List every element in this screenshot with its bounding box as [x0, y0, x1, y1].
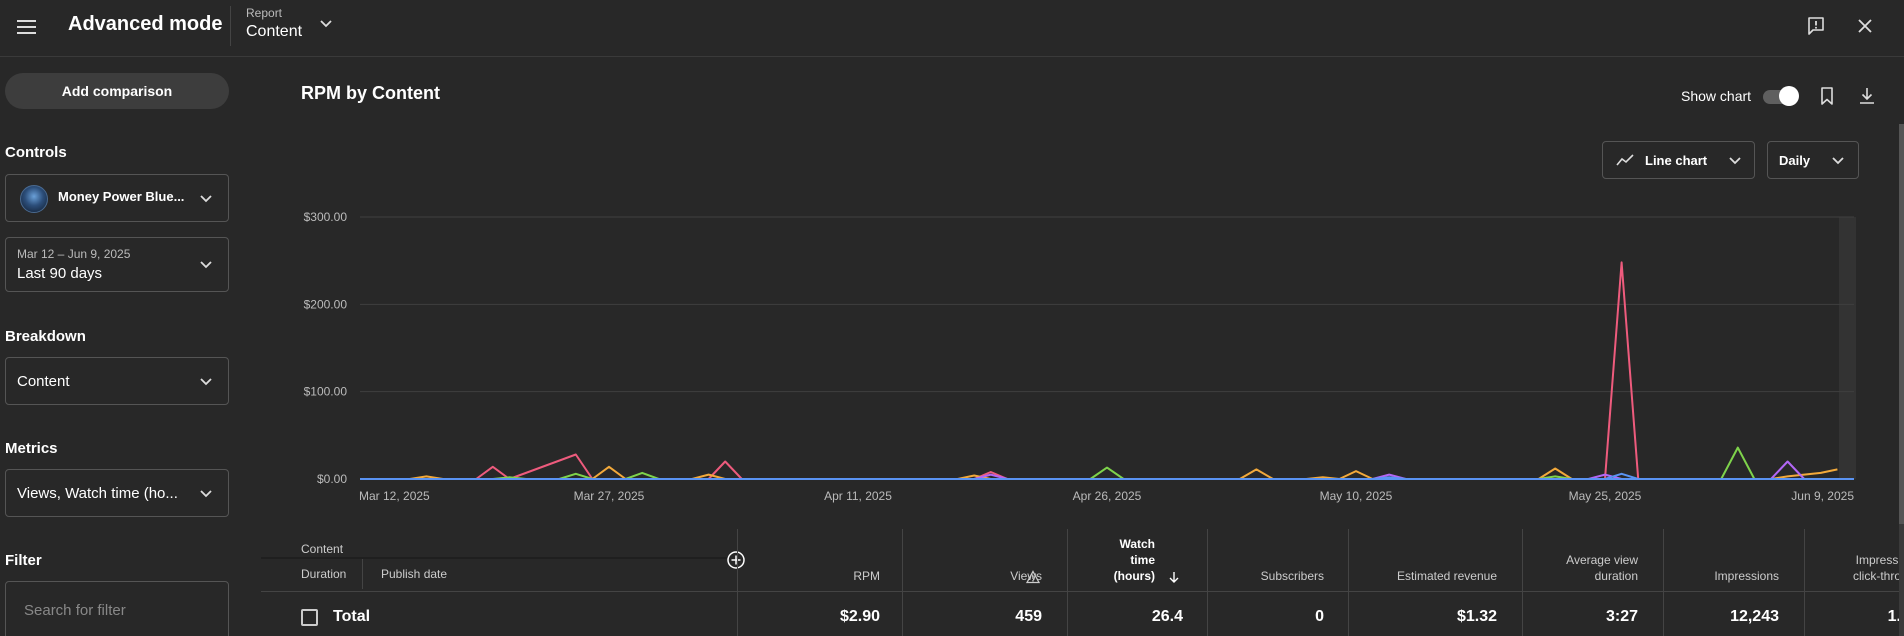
publish-date-column-header[interactable]: Publish date	[381, 567, 447, 581]
breakdown-selector[interactable]: Content	[5, 357, 229, 405]
filter-label: Filter	[5, 552, 42, 569]
x-tick-label: May 10, 2025	[1320, 489, 1393, 503]
header-text-line: (hours)	[1113, 569, 1155, 583]
data-table: Content Duration Publish date RPM $2.90 Vi…	[261, 529, 1904, 636]
total-row-label: Total	[333, 608, 371, 625]
menu-icon[interactable]	[14, 14, 40, 40]
date-range-detail: Mar 12 – Jun 9, 2025	[17, 247, 131, 261]
x-tick-label: Apr 26, 2025	[1073, 489, 1142, 503]
duration-column-header[interactable]: Duration	[301, 567, 346, 581]
filter-placeholder: Search for filter	[24, 602, 126, 619]
channel-name: Money Power Blue...	[58, 189, 185, 204]
chevron-down-icon[interactable]	[318, 16, 334, 32]
chevron-down-icon	[200, 378, 212, 386]
header-text-line: RPM	[853, 569, 880, 583]
series-line-1	[409, 465, 1838, 480]
chart-highlight-band	[1839, 217, 1856, 479]
header-text-line	[1478, 536, 1638, 552]
vertical-scrollbar[interactable]	[1899, 124, 1904, 636]
header-text-line: Subscribers	[1260, 569, 1324, 583]
y-tick-label: $0.00	[317, 472, 347, 486]
app-title: Advanced mode	[68, 13, 223, 35]
scrollbar-thumb[interactable]	[1899, 124, 1904, 524]
x-tick-label: Apr 11, 2025	[824, 489, 892, 503]
total-value-cell: 459	[1015, 608, 1042, 625]
title-divider	[230, 6, 231, 46]
row-separator	[261, 591, 1904, 592]
date-range-value: Last 90 days	[17, 265, 103, 282]
header-text-line: time	[1130, 553, 1155, 567]
metrics-value: Views, Watch time (ho...	[17, 485, 178, 502]
filter-search-input[interactable]: Search for filter	[5, 581, 229, 636]
y-tick-label: $300.00	[304, 210, 348, 224]
x-tick-label: May 25, 2025	[1569, 489, 1642, 503]
header-text-line	[1337, 552, 1497, 568]
x-tick-label: Mar 27, 2025	[574, 489, 645, 503]
chevron-down-icon	[200, 490, 212, 498]
header-text-line	[1741, 536, 1901, 552]
metrics-label: Metrics	[5, 440, 58, 457]
metric-column-header[interactable]: Watch time (hours)	[995, 536, 1155, 584]
header-separator	[362, 559, 363, 589]
total-row-checkbox[interactable]	[301, 609, 318, 626]
breakdown-label: Breakdown	[5, 328, 86, 345]
rpm-line-chart: $0.00 $100.00 $200.00 $300.00 Mar 12, 2025 Ma…	[304, 210, 1856, 503]
metric-column-header[interactable]: Average view duration	[1478, 536, 1638, 584]
add-comparison-button[interactable]: Add comparison	[5, 73, 229, 109]
chevron-down-icon	[200, 195, 212, 203]
report-selector[interactable]: Content	[246, 23, 302, 41]
x-tick-label: Mar 12, 2025	[359, 489, 430, 503]
header-text-line: Estimated revenue	[1396, 569, 1497, 583]
header-text-line: Impressi	[1855, 553, 1901, 567]
top-bar: Advanced mode Report Content	[0, 0, 1904, 57]
sidebar: Add comparison Controls Money Power Blue…	[0, 58, 240, 636]
header-text-line: duration	[1594, 569, 1638, 583]
header-text-line: Watch	[1119, 537, 1155, 551]
metric-column-header[interactable]: Subscribers	[1164, 536, 1324, 584]
metric-column-header[interactable]: Impressi click-thro	[1741, 536, 1901, 584]
y-tick-label: $200.00	[304, 297, 348, 311]
metric-column-header[interactable]: Estimated revenue	[1337, 536, 1497, 584]
close-icon[interactable]	[1855, 16, 1875, 36]
content-column-header[interactable]: Content	[301, 542, 343, 556]
main-panel: RPM by Content Show chart Line chart Dai…	[261, 58, 1904, 636]
breakdown-value: Content	[17, 373, 70, 390]
series-line-0	[475, 261, 1640, 480]
header-text-line	[1337, 536, 1497, 552]
header-text-line: click-thro	[1852, 569, 1901, 583]
total-value-cell: 3:27	[1605, 608, 1638, 625]
report-label: Report	[246, 6, 283, 20]
total-value-cell: 0	[1315, 608, 1324, 625]
channel-avatar	[20, 185, 48, 213]
feedback-icon[interactable]	[1806, 16, 1826, 36]
x-tick-label: Jun 9, 2025	[1791, 489, 1854, 503]
total-value-cell: 26.4	[1151, 608, 1183, 625]
header-strip	[261, 557, 737, 559]
total-value-cell: $2.90	[839, 608, 880, 625]
metric-column-header[interactable]: RPM	[720, 536, 880, 584]
controls-label: Controls	[5, 144, 67, 161]
total-value-cell: $1.32	[1456, 608, 1497, 625]
chevron-down-icon	[200, 261, 212, 269]
header-text-line: Average view	[1566, 553, 1638, 567]
header-text-line	[1164, 552, 1324, 568]
channel-selector[interactable]: Money Power Blue...	[5, 174, 229, 222]
header-text-line	[1164, 536, 1324, 552]
header-text-line	[720, 552, 880, 568]
header-text-line	[720, 536, 880, 552]
y-tick-label: $100.00	[304, 385, 348, 399]
metrics-selector[interactable]: Views, Watch time (ho...	[5, 469, 229, 517]
date-range-selector[interactable]: Mar 12 – Jun 9, 2025 Last 90 days	[5, 237, 229, 292]
total-value-cell: 12,243	[1730, 608, 1779, 625]
